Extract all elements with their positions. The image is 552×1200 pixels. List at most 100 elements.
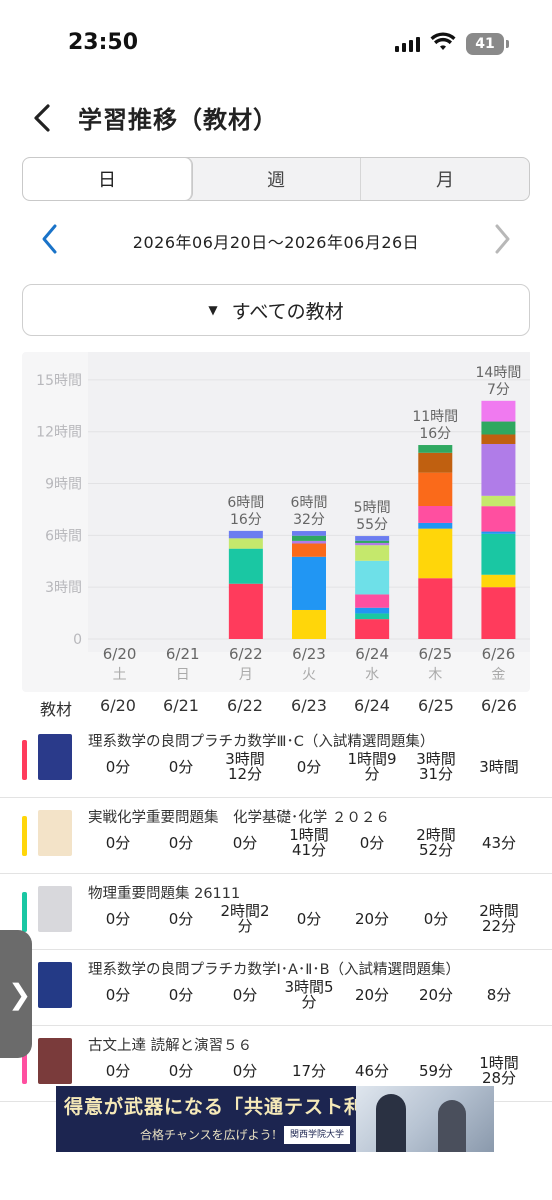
bar-segment	[292, 531, 326, 536]
weekday-label: 土	[113, 667, 127, 683]
ad-subline: 合格チャンスを広げよう!	[140, 1128, 277, 1142]
bar-segment	[292, 543, 326, 557]
weekday-label: 水	[365, 667, 379, 683]
tab-week[interactable]: 週	[192, 158, 361, 200]
x-tick-label: 6/22	[229, 645, 263, 663]
study-time-text: 28分	[481, 1069, 517, 1087]
study-time-cell: 0分	[149, 760, 213, 775]
study-time-text: 52分	[418, 841, 454, 859]
study-time-cell: 0分	[86, 836, 150, 851]
study-time-cell: 1時間 28分	[467, 1056, 531, 1086]
battery-cap	[506, 40, 509, 48]
study-time-chart: 0 3時間 6時間 9時間 12時間 15時間 6/20 土 6/21 日 6時間 16分 6/22 月 6…	[22, 352, 530, 692]
date-range-row: 2026年06月20日〜2026年06月26日	[0, 220, 552, 260]
study-time-text: 0分	[168, 910, 194, 928]
tab-day[interactable]: 日	[23, 158, 192, 200]
study-time-text: 0分	[296, 910, 322, 928]
study-time-cell: 3時間 12分	[213, 752, 277, 782]
bar-total-label: 11時間	[412, 409, 458, 425]
study-time-cell: 0分	[404, 912, 468, 927]
next-week-icon[interactable]	[490, 222, 514, 256]
study-time-text: 0分	[168, 986, 194, 1004]
material-filter-dropdown[interactable]: ▼ すべての教材	[22, 284, 530, 336]
study-time-text: 0分	[105, 1062, 131, 1080]
study-time-cell: 20分	[340, 988, 404, 1003]
study-time-text: 41分	[291, 841, 327, 859]
bar-total-label: 6時間	[291, 495, 328, 511]
bar-segment	[292, 556, 326, 610]
y-tick-label: 3時間	[45, 580, 82, 596]
date-column-header: 6/21	[163, 696, 199, 715]
material-name: 理系数学の良問プラチカ数学Ⅲ･C（入試精選問題集）	[88, 734, 435, 750]
weekday-label: 金	[491, 667, 505, 683]
table-row[interactable]: 理系数学の良問プラチカ数学Ⅲ･C（入試精選問題集） 0分 0分 3時間 12分 0分 1時間…	[0, 722, 552, 798]
back-arrow-icon[interactable]	[28, 100, 58, 136]
x-tick-label: 6/26	[482, 645, 516, 663]
ad-banner[interactable]: 得意が武器になる「共通テスト利用」 合格チャンスを広げよう! 関西学院大学	[56, 1086, 494, 1152]
table-row[interactable]: 物理重要問題集 26111 0分 0分 2時間2 分 0分 20分 0分 2時間 22分	[0, 874, 552, 950]
study-time-cell: 17分	[277, 1064, 341, 1079]
side-drawer-tab[interactable]: ❯	[0, 930, 32, 1058]
bar-segment	[292, 535, 326, 541]
bar-segment	[481, 533, 516, 575]
bar-segment	[481, 400, 516, 422]
study-time-text: 20分	[418, 986, 454, 1004]
y-tick-label: 9時間	[45, 477, 82, 493]
weekday-label: 日	[176, 667, 190, 683]
material-column-label: 教材	[40, 700, 73, 719]
date-column-header: 6/26	[481, 696, 517, 715]
material-name: 古文上達 読解と演習５６	[88, 1038, 253, 1054]
book-cover-thumbnail	[38, 734, 72, 780]
book-cover-thumbnail	[38, 886, 72, 932]
ad-photo	[356, 1086, 494, 1152]
bar-segment	[481, 574, 516, 588]
stacked-bar-chart: 03時間6時間9時間12時間15時間6/20土6/21日6時間16分6/22月6…	[36, 352, 530, 683]
table-row[interactable]: 実戦化学重要問題集 化学基礎･化学 ２０２６ 0分 0分 0分 1時間 41分 0分 2時間 5…	[0, 798, 552, 874]
wifi-icon	[430, 32, 456, 50]
study-time-cell: 0分	[340, 836, 404, 851]
date-column-header: 6/23	[291, 696, 327, 715]
signal-icon	[395, 37, 420, 52]
study-time-cell: 0分	[213, 988, 277, 1003]
study-time-text: 20分	[354, 986, 390, 1004]
bar-segment	[418, 445, 453, 453]
study-time-cell: 3時間5 分	[277, 980, 341, 1010]
study-time-cell: 59分	[404, 1064, 468, 1079]
x-tick-label: 6/24	[355, 645, 389, 663]
y-tick-label: 6時間	[45, 528, 82, 544]
bar-segment	[228, 538, 263, 549]
bar-total-label: 5時間	[354, 500, 391, 516]
study-time-text: 0分	[105, 910, 131, 928]
x-tick-label: 6/21	[166, 645, 200, 663]
tab-month[interactable]: 月	[361, 158, 529, 200]
material-color-bar	[22, 816, 27, 856]
study-time-cell: 0分	[149, 1064, 213, 1079]
study-time-cell: 1時間 41分	[277, 828, 341, 858]
study-time-cell: 3時間	[467, 760, 531, 775]
bar-segment	[355, 536, 390, 541]
bar-segment	[355, 613, 390, 620]
bar-segment	[292, 609, 326, 639]
study-time-text: 8分	[486, 986, 512, 1004]
bar-segment	[228, 548, 263, 584]
date-range-label: 2026年06月20日〜2026年06月26日	[132, 233, 420, 252]
ad-university-badge: 関西学院大学	[284, 1126, 350, 1144]
study-time-cell: 43分	[467, 836, 531, 851]
study-time-cell: 0分	[149, 988, 213, 1003]
table-row[interactable]: 理系数学の良問プラチカ数学Ⅰ･A･Ⅱ･B（入試精選問題集） 0分 0分 0分 3時間5 分…	[0, 950, 552, 1026]
study-time-text: 分	[364, 765, 380, 783]
date-column-header: 6/20	[100, 696, 136, 715]
material-color-bar	[22, 892, 27, 932]
study-time-text: 3時間	[479, 758, 519, 776]
chevron-right-icon: ❯	[8, 978, 32, 1011]
bar-segment	[355, 542, 390, 546]
study-time-cell: 0分	[277, 760, 341, 775]
study-time-text: 0分	[168, 834, 194, 852]
bar-segment	[292, 540, 326, 544]
battery-icon: 41	[466, 33, 504, 55]
bar-segment	[418, 522, 453, 529]
study-time-text: 43分	[481, 834, 517, 852]
period-segmented-control: 日 週 月	[22, 157, 530, 201]
bar-segment	[418, 578, 453, 639]
study-time-text: 0分	[105, 758, 131, 776]
